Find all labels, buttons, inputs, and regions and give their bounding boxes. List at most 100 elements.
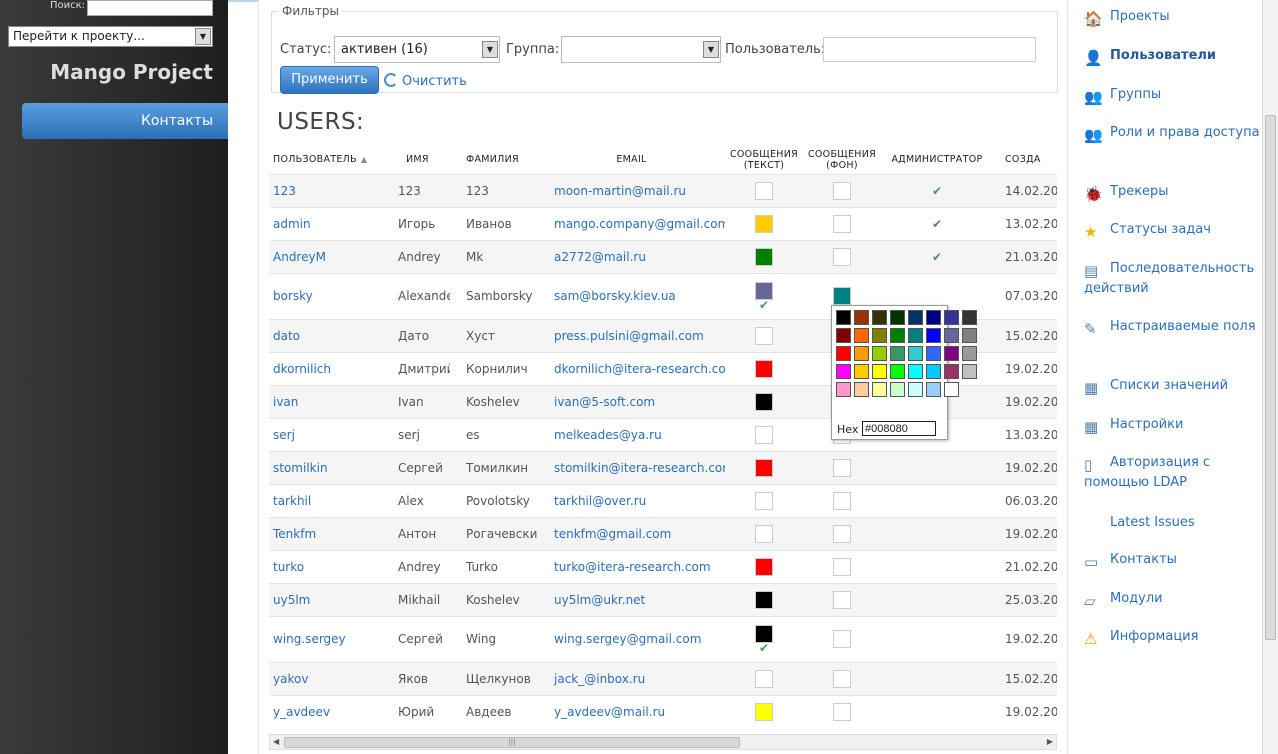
chevron-down-icon[interactable]: ▼: [703, 41, 719, 58]
palette-color-cell[interactable]: [854, 328, 869, 343]
bg-color-swatch[interactable]: [833, 458, 851, 477]
text-color-swatch[interactable]: [755, 557, 773, 576]
palette-color-cell[interactable]: [926, 310, 941, 325]
user-login-link[interactable]: serj: [269, 417, 380, 451]
user-email-link[interactable]: tenkfm@gmail.com: [538, 516, 725, 550]
user-email-link[interactable]: wing.sergey@gmail.com: [538, 615, 725, 662]
menu-item[interactable]: ▱ Модули: [1084, 589, 1260, 610]
menu-item[interactable]: Latest Issues: [1084, 512, 1260, 533]
user-email-link[interactable]: press.pulsini@gmail.com: [538, 318, 725, 352]
palette-color-cell[interactable]: [854, 346, 869, 361]
user-email-link[interactable]: moon-martin@mail.ru: [538, 173, 725, 207]
text-color-swatch[interactable]: [755, 491, 773, 510]
palette-color-cell[interactable]: [908, 346, 923, 361]
horizontal-scrollbar[interactable]: ◀ ||| ▶: [269, 734, 1057, 750]
palette-color-cell[interactable]: [962, 364, 977, 379]
scrollbar-thumb[interactable]: [1265, 115, 1276, 640]
palette-color-cell[interactable]: [908, 364, 923, 379]
user-login-link[interactable]: dato: [269, 318, 380, 352]
menu-item[interactable]: 👤 Пользователи: [1084, 46, 1260, 67]
user-email-link[interactable]: melkeades@ya.ru: [538, 417, 725, 451]
chevron-down-icon[interactable]: ▼: [482, 41, 498, 58]
menu-item[interactable]: 🐞 Трекеры: [1084, 182, 1260, 203]
bg-color-swatch[interactable]: [833, 287, 851, 305]
bg-color-swatch[interactable]: [833, 214, 851, 233]
menu-item[interactable]: 🏠 Проекты: [1084, 7, 1260, 28]
palette-color-cell[interactable]: [926, 328, 941, 343]
menu-item[interactable]: 👥 Роли и права доступа: [1084, 123, 1260, 144]
user-login-link[interactable]: borsky: [269, 272, 380, 319]
bg-color-swatch[interactable]: [833, 524, 851, 543]
clear-link[interactable]: Очистить: [384, 73, 467, 89]
palette-color-cell[interactable]: [944, 346, 959, 361]
menu-item[interactable]: ▦ Настройки: [1084, 415, 1260, 436]
chevron-down-icon[interactable]: ▼: [195, 28, 211, 45]
user-email-link[interactable]: jack_@inbox.ru: [538, 661, 725, 695]
user-login-link[interactable]: turko: [269, 549, 380, 583]
palette-color-cell[interactable]: [962, 346, 977, 361]
header-email[interactable]: EMAIL: [538, 146, 725, 174]
palette-color-cell[interactable]: [836, 382, 851, 397]
text-color-swatch[interactable]: [755, 458, 773, 477]
user-login-link[interactable]: dkornilich: [269, 351, 380, 385]
bg-color-swatch[interactable]: [833, 590, 851, 609]
palette-color-cell[interactable]: [944, 382, 959, 397]
text-color-swatch[interactable]: [755, 524, 773, 543]
palette-color-cell[interactable]: [944, 328, 959, 343]
user-email-link[interactable]: sam@borsky.kiev.ua: [538, 272, 725, 319]
palette-color-cell[interactable]: [908, 328, 923, 343]
header-firstname[interactable]: ИМЯ: [380, 146, 450, 174]
palette-color-cell[interactable]: [926, 364, 941, 379]
text-color-swatch[interactable]: [755, 392, 773, 411]
user-login-link[interactable]: wing.sergey: [269, 615, 380, 662]
bg-color-swatch[interactable]: [833, 181, 851, 200]
text-color-swatch[interactable]: [755, 669, 773, 688]
palette-color-cell[interactable]: [836, 310, 851, 325]
palette-color-cell[interactable]: [854, 310, 869, 325]
menu-item[interactable]: ▤ Последовательность действий: [1084, 259, 1260, 299]
bg-color-swatch[interactable]: [833, 491, 851, 510]
user-email-link[interactable]: stomilkin@itera-research.com: [538, 450, 725, 484]
text-color-swatch[interactable]: [755, 425, 773, 444]
hex-input[interactable]: [862, 421, 936, 436]
user-email-link[interactable]: ivan@5-soft.com: [538, 384, 725, 418]
palette-color-cell[interactable]: [908, 310, 923, 325]
menu-item[interactable]: ✎ Настраиваемые поля: [1084, 317, 1260, 338]
text-color-swatch[interactable]: [755, 181, 773, 200]
user-email-link[interactable]: tarkhil@over.ru: [538, 483, 725, 517]
palette-color-cell[interactable]: [836, 346, 851, 361]
header-msg-bg[interactable]: СООБЩЕНИЯ (ФОН): [803, 146, 881, 174]
user-login-link[interactable]: Tenkfm: [269, 516, 380, 550]
user-email-link[interactable]: mango.company@gmail.com: [538, 206, 725, 240]
header-msg-text[interactable]: СООБЩЕНИЯ (ТЕКСТ): [725, 146, 803, 174]
user-login-link[interactable]: tarkhil: [269, 483, 380, 517]
scroll-right-icon[interactable]: ▶: [1047, 737, 1053, 746]
text-color-swatch[interactable]: [755, 326, 773, 345]
user-email-link[interactable]: uy5lm@ukr.net: [538, 582, 725, 616]
palette-color-cell[interactable]: [962, 310, 977, 325]
palette-color-cell[interactable]: [908, 382, 923, 397]
bg-color-swatch[interactable]: [833, 247, 851, 266]
contacts-button[interactable]: Контакты: [22, 103, 228, 139]
palette-color-cell[interactable]: [944, 310, 959, 325]
palette-color-cell[interactable]: [854, 382, 869, 397]
palette-color-cell[interactable]: [854, 364, 869, 379]
header-login[interactable]: ПОЛЬЗОВАТЕЛЬ ▲: [269, 146, 380, 174]
user-login-link[interactable]: ivan: [269, 384, 380, 418]
user-login-link[interactable]: AndreyM: [269, 239, 380, 273]
palette-color-cell[interactable]: [926, 382, 941, 397]
vertical-scrollbar[interactable]: [1262, 0, 1278, 754]
user-login-link[interactable]: y_avdeev: [269, 694, 380, 728]
group-select[interactable]: ▼: [561, 36, 721, 63]
user-login-link[interactable]: stomilkin: [269, 450, 380, 484]
palette-color-cell[interactable]: [836, 364, 851, 379]
menu-item[interactable]: ▯ Авторизация с помощью LDAP: [1084, 453, 1260, 493]
user-email-link[interactable]: dkornilich@itera-research.com: [538, 351, 725, 385]
user-input[interactable]: [823, 37, 1036, 62]
palette-color-cell[interactable]: [872, 364, 887, 379]
user-login-link[interactable]: 123: [269, 173, 380, 207]
user-email-link[interactable]: turko@itera-research.com: [538, 549, 725, 583]
palette-color-cell[interactable]: [872, 328, 887, 343]
bg-color-swatch[interactable]: [833, 557, 851, 576]
scroll-left-icon[interactable]: ◀: [273, 737, 279, 746]
